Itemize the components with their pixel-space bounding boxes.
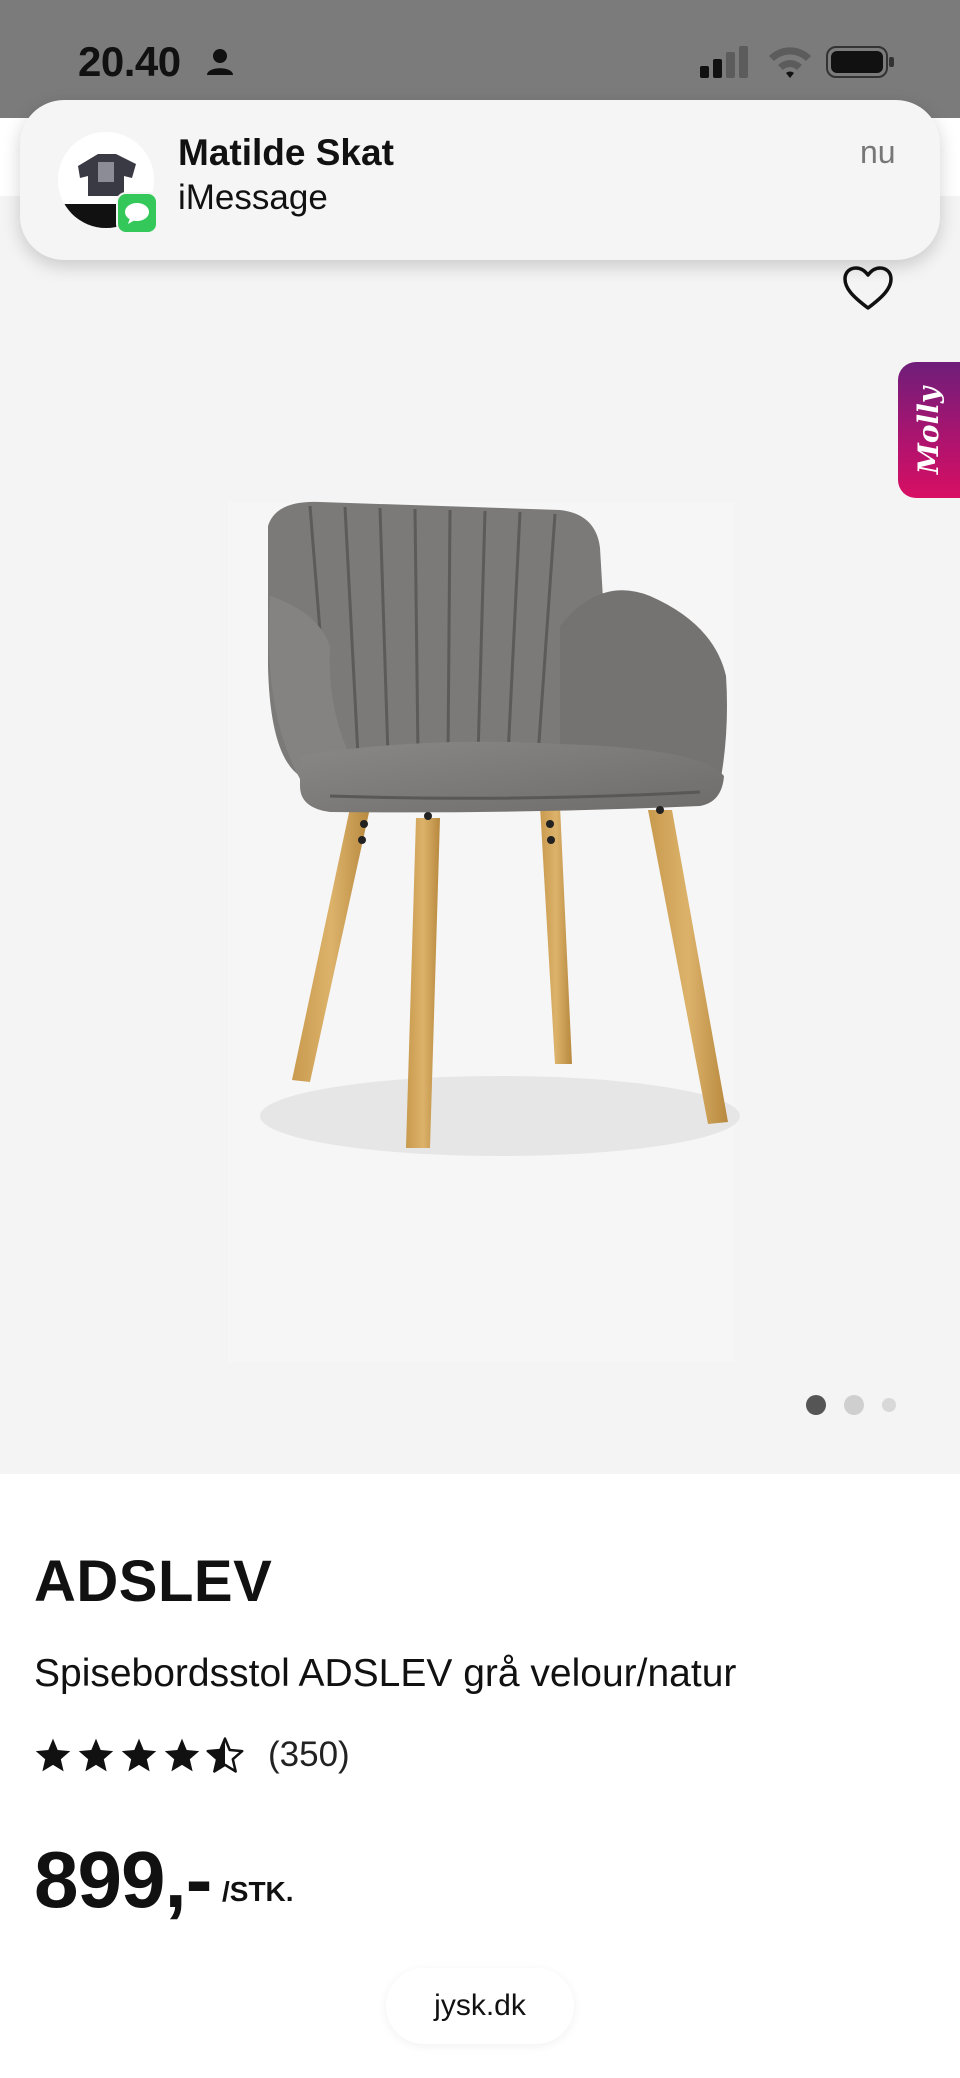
browser-address-bar[interactable]: jysk.dk	[386, 1968, 574, 2044]
price-unit: /STK.	[222, 1876, 294, 1907]
gallery-dot[interactable]	[882, 1398, 896, 1412]
molly-chat-tab[interactable]: Molly	[898, 362, 960, 498]
signal-icon	[700, 46, 748, 78]
product-brand: ADSLEV	[34, 1549, 273, 1614]
product-image-gallery[interactable]	[0, 196, 960, 1474]
rating-stars[interactable]	[34, 1737, 249, 1773]
star-full-icon	[78, 1738, 114, 1772]
status-time: 20.40	[78, 38, 181, 85]
person-icon	[207, 49, 233, 75]
review-count[interactable]: (350)	[268, 1735, 350, 1775]
favorite-heart-icon[interactable]	[842, 266, 894, 312]
star-full-icon	[164, 1738, 200, 1772]
battery-icon	[826, 46, 894, 78]
gallery-pagination[interactable]	[806, 1394, 914, 1416]
gallery-dot-active[interactable]	[806, 1395, 826, 1415]
star-full-icon	[121, 1738, 157, 1772]
star-full-icon	[35, 1738, 71, 1772]
product-price: 899,-	[34, 1835, 212, 1924]
product-name: Spisebordsstol ADSLEV grå velour/natur	[34, 1652, 737, 1695]
notification-sender: Matilde Skat	[178, 132, 394, 173]
wifi-icon	[769, 47, 811, 78]
gallery-dot[interactable]	[844, 1395, 864, 1415]
molly-label: Molly	[912, 386, 946, 474]
notification-app: iMessage	[178, 178, 328, 217]
imessage-app-icon	[116, 192, 158, 234]
imessage-notification[interactable]: Matilde Skat iMessage nu	[20, 100, 940, 260]
product-photo-chair	[228, 501, 740, 1362]
star-half-icon	[206, 1737, 244, 1773]
notification-time: nu	[860, 134, 896, 170]
